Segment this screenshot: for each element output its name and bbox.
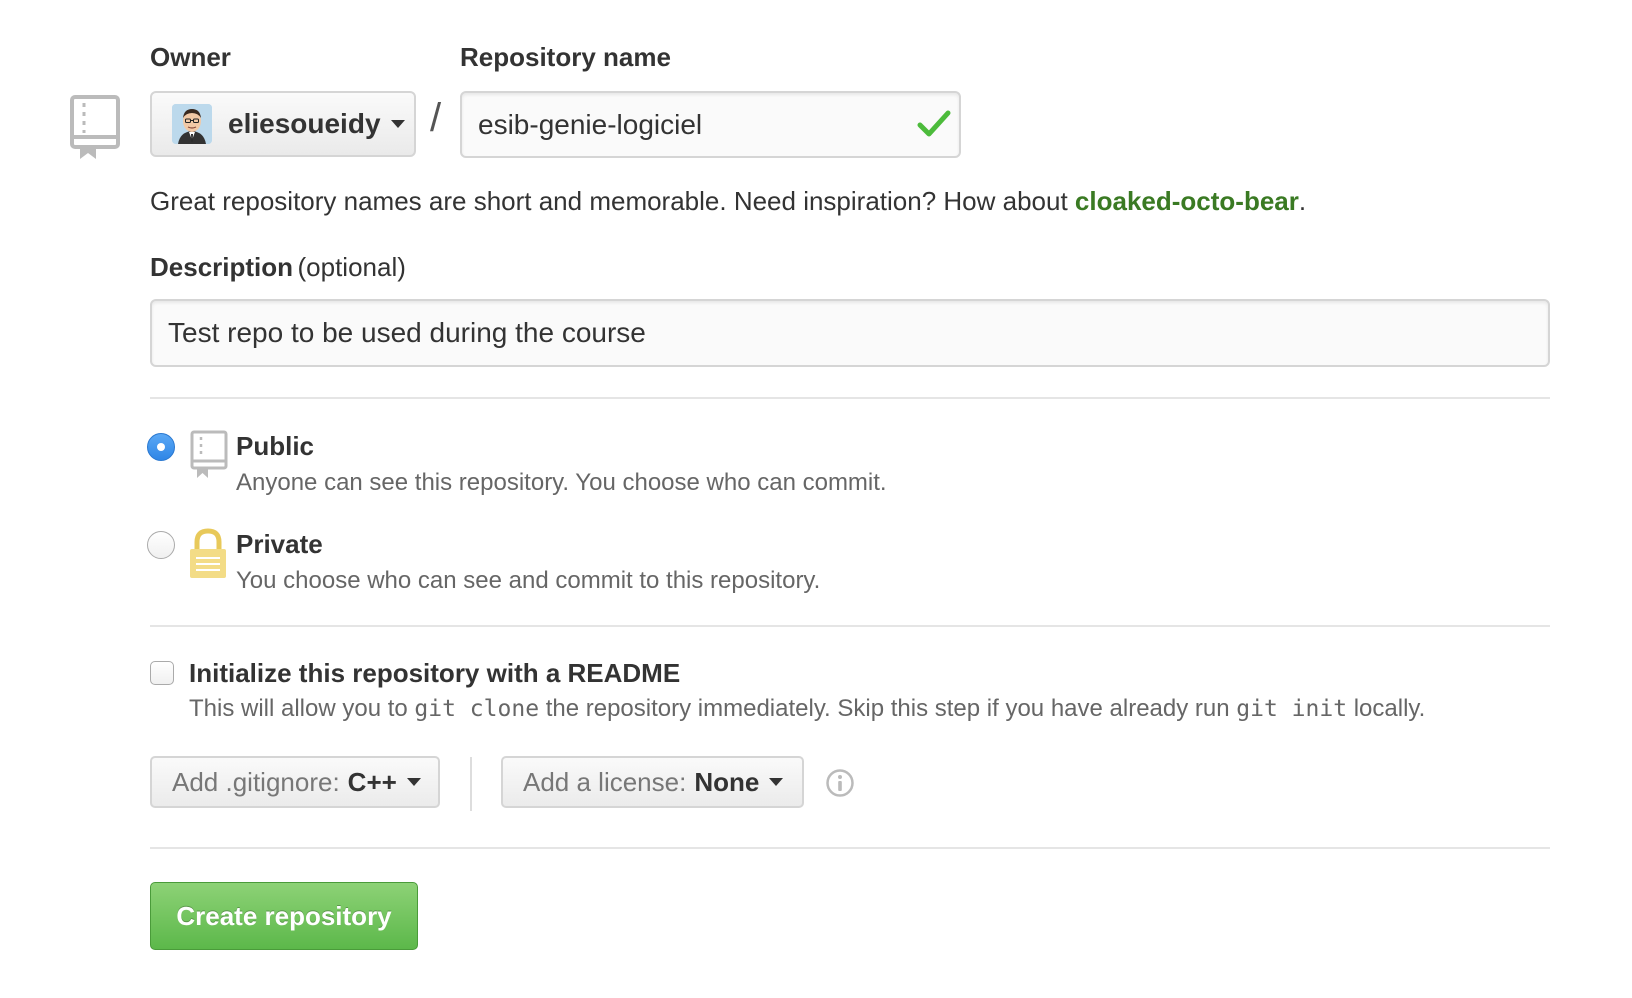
repository-name-input[interactable] bbox=[460, 91, 961, 158]
owner-repo-separator: / bbox=[430, 96, 442, 140]
repo-icon bbox=[70, 95, 122, 161]
public-title: Public bbox=[236, 431, 315, 461]
private-radio[interactable] bbox=[147, 531, 175, 559]
readme-label: Initialize this repository with a README bbox=[189, 658, 681, 688]
avatar bbox=[172, 104, 212, 144]
gitignore-value: C++ bbox=[347, 766, 397, 797]
git-init-code: git init bbox=[1236, 696, 1348, 722]
description-label-row: Description (optional) bbox=[150, 252, 406, 283]
git-clone-code: git clone bbox=[414, 696, 540, 722]
gitignore-label: Add .gitignore: bbox=[172, 766, 340, 797]
license-value: None bbox=[694, 766, 760, 797]
caret-down-icon bbox=[769, 778, 784, 786]
caret-down-icon bbox=[390, 120, 405, 128]
private-description: You choose who can see and commit to thi… bbox=[236, 567, 821, 594]
divider bbox=[150, 847, 1550, 849]
owner-select[interactable]: eliesoueidy bbox=[150, 91, 416, 157]
divider bbox=[150, 625, 1550, 627]
owner-label: Owner bbox=[150, 42, 231, 72]
suggested-name-link[interactable]: cloaked-octo-bear bbox=[1075, 186, 1299, 216]
lock-icon bbox=[188, 528, 228, 580]
create-repository-button[interactable]: Create repository bbox=[150, 882, 418, 950]
private-title: Private bbox=[236, 529, 323, 559]
public-radio[interactable] bbox=[147, 433, 175, 461]
options-separator bbox=[470, 757, 472, 811]
check-icon bbox=[916, 106, 952, 142]
readme-desc-part: the repository immediately. Skip this st… bbox=[539, 695, 1237, 722]
helper-end: . bbox=[1298, 186, 1307, 216]
gitignore-select[interactable]: Add .gitignore: C++ bbox=[150, 756, 440, 808]
caret-down-icon bbox=[406, 778, 421, 786]
info-icon[interactable] bbox=[825, 768, 855, 798]
readme-desc-part: locally. bbox=[1347, 695, 1426, 722]
readme-description: This will allow you to git clone the rep… bbox=[189, 695, 1425, 723]
owner-name: eliesoueidy bbox=[228, 108, 381, 139]
license-select[interactable]: Add a license: None bbox=[501, 756, 804, 808]
description-label: Description bbox=[150, 252, 294, 282]
readme-desc-part: This will allow you to bbox=[189, 695, 415, 722]
divider bbox=[150, 397, 1550, 399]
description-optional: (optional) bbox=[297, 252, 406, 282]
readme-checkbox[interactable] bbox=[150, 661, 174, 685]
description-input[interactable] bbox=[150, 299, 1550, 367]
helper-text: Great repository names are short and mem… bbox=[150, 186, 1075, 216]
repository-name-helper: Great repository names are short and mem… bbox=[150, 186, 1306, 217]
repo-icon bbox=[190, 430, 228, 480]
repository-name-label: Repository name bbox=[460, 42, 671, 72]
license-label: Add a license: bbox=[523, 766, 687, 797]
public-description: Anyone can see this repository. You choo… bbox=[236, 469, 887, 496]
